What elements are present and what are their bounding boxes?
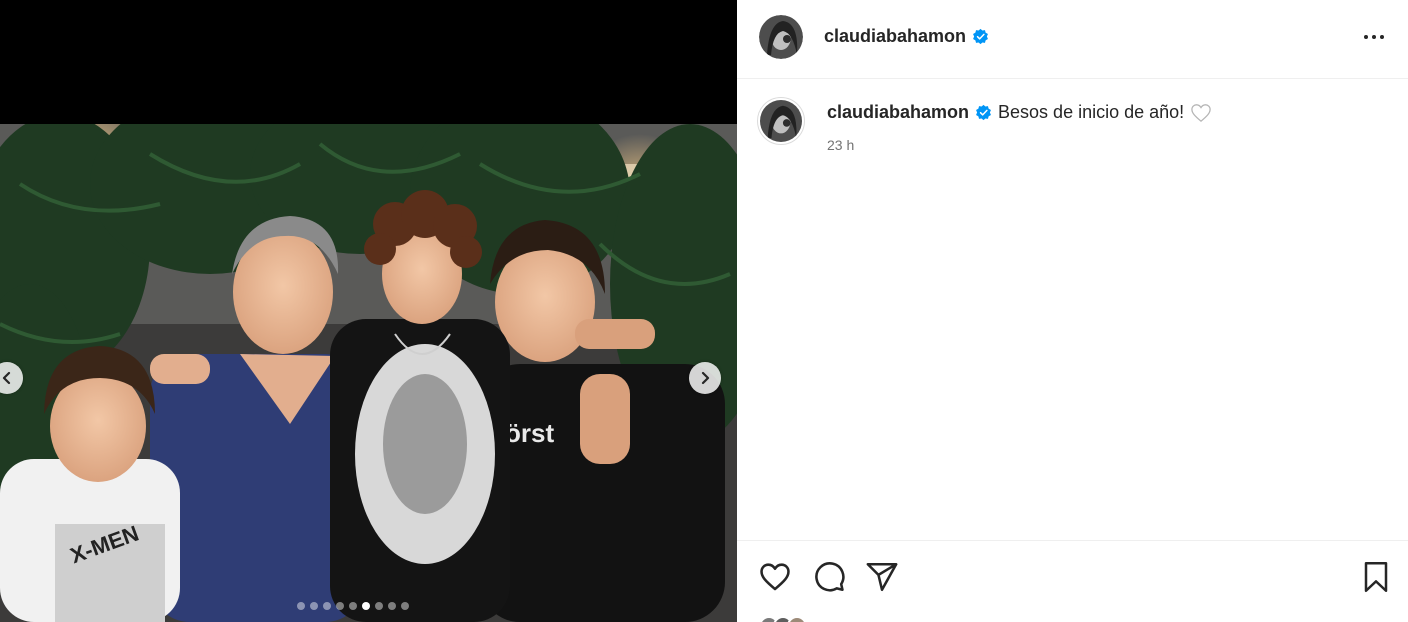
bookmark-icon: [1364, 562, 1388, 592]
share-button[interactable]: [865, 560, 899, 594]
carousel-dot: [297, 602, 305, 610]
post-timestamp[interactable]: 23 h: [827, 137, 854, 153]
chevron-right-icon: [701, 371, 710, 385]
post-side-panel: claudiabahamon claudiabahamon Besos de i…: [737, 0, 1408, 622]
heart-icon: [760, 563, 790, 591]
caption-text: Besos de inicio de año!: [998, 102, 1185, 122]
post-media: örst X-MEN: [0, 0, 737, 622]
carousel-next-button[interactable]: [689, 362, 721, 394]
carousel-dot: [349, 602, 357, 610]
like-button[interactable]: [758, 560, 792, 594]
header-user: claudiabahamon: [824, 26, 989, 47]
photo-illustration: örst X-MEN: [0, 124, 737, 622]
carousel-dot: [401, 602, 409, 610]
carousel-indicator: [297, 602, 409, 610]
carousel-dot: [362, 602, 370, 610]
svg-text:örst: örst: [505, 418, 554, 448]
liked-by-avatars[interactable]: [759, 616, 807, 622]
post-caption: claudiabahamon Besos de inicio de año!: [827, 102, 1212, 123]
more-options-icon: [1364, 35, 1384, 39]
comment-button[interactable]: [812, 560, 846, 594]
comment-icon: [815, 562, 845, 592]
liker-avatar: [787, 616, 807, 622]
avatar-image: [759, 15, 803, 59]
carousel-dot: [336, 602, 344, 610]
carousel-dot: [310, 602, 318, 610]
carousel-dot: [388, 602, 396, 610]
avatar[interactable]: [759, 15, 803, 59]
post-header: claudiabahamon: [737, 0, 1408, 79]
share-icon: [866, 562, 898, 592]
verified-badge-icon: [976, 104, 991, 121]
save-button[interactable]: [1359, 560, 1393, 594]
caption-avatar-image: [760, 100, 802, 142]
caption-avatar[interactable]: [757, 97, 805, 145]
more-options-button[interactable]: [1362, 25, 1386, 49]
verified-badge-icon: [973, 28, 988, 45]
white-heart-emoji-icon: [1191, 103, 1211, 122]
carousel-dot: [323, 602, 331, 610]
post-photo: örst X-MEN: [0, 124, 737, 622]
carousel-dot: [375, 602, 383, 610]
caption-username[interactable]: claudiabahamon: [827, 102, 969, 123]
post-actions-bar: [737, 540, 1408, 622]
chevron-left-icon: [2, 371, 11, 385]
username[interactable]: claudiabahamon: [824, 26, 966, 47]
